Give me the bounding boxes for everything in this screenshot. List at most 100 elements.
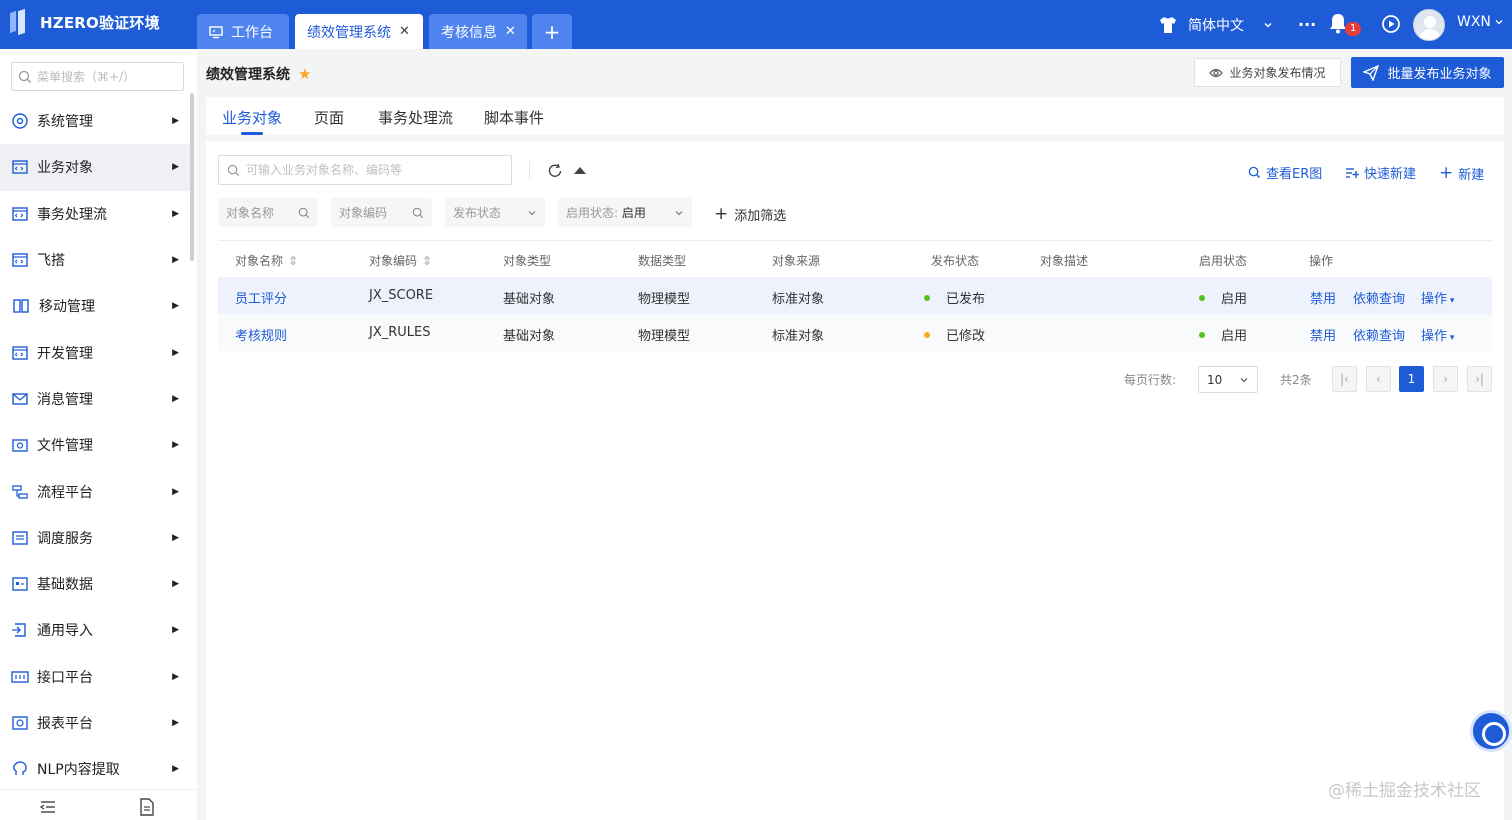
play-circle-icon[interactable] xyxy=(1381,14,1401,38)
document-icon[interactable] xyxy=(139,798,155,816)
close-icon[interactable]: ✕ xyxy=(505,24,516,39)
page-size-select[interactable]: 10 xyxy=(1198,366,1258,393)
plus-icon: + xyxy=(543,19,561,44)
caret-right-icon: ▶ xyxy=(172,718,179,728)
star-icon[interactable]: ★ xyxy=(298,65,311,83)
close-icon[interactable]: ✕ xyxy=(399,24,410,39)
column-header-source: 对象来源 xyxy=(772,254,821,268)
publish-status-button[interactable]: 业务对象发布情况 xyxy=(1194,58,1341,87)
sidebar-item-basic-data[interactable]: 基础数据 ▶ xyxy=(0,561,190,607)
tab-script-event[interactable]: 脚本事件 xyxy=(484,107,544,128)
prev-page-button[interactable]: ‹ xyxy=(1366,366,1391,392)
sidebar-item-label: 事务处理流 xyxy=(37,206,107,223)
sidebar-item-label: 通用导入 xyxy=(37,623,93,640)
publish-status: 已发布 xyxy=(924,288,985,307)
chevron-down-icon xyxy=(528,210,536,215)
page-button-current[interactable]: 1 xyxy=(1399,366,1424,392)
sidebar-item-label: 开发管理 xyxy=(37,345,93,362)
enable-status: 启用 xyxy=(1199,288,1247,307)
language-switcher[interactable]: 简体中文 xyxy=(1158,0,1274,49)
add-filter-button[interactable]: + 添加筛选 xyxy=(714,204,786,224)
sidebar-item-system[interactable]: 系统管理 ▶ xyxy=(0,98,190,144)
search-icon xyxy=(18,70,31,83)
table-row[interactable]: 员工评分 JX_SCORE 基础对象 物理模型 标准对象 已发布 启用 禁用 依… xyxy=(218,277,1492,314)
subtabs: 业务对象 页面 事务处理流 脚本事件 xyxy=(206,97,1504,135)
last-page-button[interactable]: ›| xyxy=(1467,366,1492,392)
sidebar-item-feida[interactable]: 飞搭 ▶ xyxy=(0,237,190,283)
collapse-icon[interactable] xyxy=(574,167,586,174)
user-menu[interactable]: WXN xyxy=(1457,14,1504,30)
column-header-publish: 发布状态 xyxy=(931,254,980,268)
tab-workbench[interactable]: 工作台 xyxy=(197,14,289,49)
sidebar-item-report[interactable]: 报表平台 ▶ xyxy=(0,700,190,746)
sidebar-item-file[interactable]: 文件管理 ▶ xyxy=(0,422,190,468)
disable-action[interactable]: 禁用 xyxy=(1310,325,1336,344)
tab-assessment-info[interactable]: 考核信息 ✕ xyxy=(429,14,527,49)
object-name-link[interactable]: 员工评分 xyxy=(235,288,287,307)
menu-search[interactable] xyxy=(11,62,184,91)
object-code: JX_RULES xyxy=(369,325,431,340)
avatar[interactable] xyxy=(1413,9,1445,41)
more-icon[interactable]: ··· xyxy=(1298,0,1316,49)
caret-right-icon: ▶ xyxy=(172,532,179,543)
dependency-query-action[interactable]: 依赖查询 xyxy=(1353,325,1405,344)
sort-icon[interactable]: ⇕ xyxy=(422,254,432,268)
filter-object-code[interactable]: 对象编码 xyxy=(331,198,432,227)
sidebar-item-label: 业务对象 xyxy=(37,160,93,177)
top-bar: HZERO验证环境 工作台 绩效管理系统 ✕ 考核信息 ✕ + 简体中文 ···… xyxy=(0,0,1512,49)
sidebar-item-transaction-flow[interactable]: 事务处理流 ▶ xyxy=(0,191,190,237)
caret-right-icon: ▶ xyxy=(172,116,179,127)
help-assistant-icon[interactable] xyxy=(1470,710,1512,752)
disable-action[interactable]: 禁用 xyxy=(1310,288,1336,307)
filter-publish-status[interactable]: 发布状态 xyxy=(445,198,545,227)
app-logo[interactable]: HZERO验证环境 xyxy=(10,10,160,34)
sidebar-item-business-object[interactable]: 业务对象 ▶ xyxy=(0,144,190,191)
sort-icon[interactable]: ⇕ xyxy=(288,254,298,268)
collapse-menu-icon[interactable] xyxy=(39,799,57,815)
tab-transaction-flow[interactable]: 事务处理流 xyxy=(378,107,453,128)
sidebar-item-label: 飞搭 xyxy=(37,253,65,270)
sidebar-item-message[interactable]: 消息管理 ▶ xyxy=(0,376,190,422)
sidebar-scrollbar[interactable] xyxy=(190,93,194,261)
object-search[interactable] xyxy=(218,155,512,185)
view-er-link[interactable]: 查看ER图 xyxy=(1248,163,1322,182)
watermark: @稀土掘金技术社区 xyxy=(1328,781,1481,801)
caret-right-icon: ▶ xyxy=(172,255,179,266)
tab-business-object[interactable]: 业务对象 xyxy=(222,107,282,128)
file-icon xyxy=(12,439,28,452)
filter-label: 启用状态: xyxy=(566,206,619,220)
more-actions-dropdown[interactable]: 操作 ▾ xyxy=(1421,325,1454,344)
column-header-name[interactable]: 对象名称 ⇕ xyxy=(235,252,298,269)
sidebar-item-mobile[interactable]: 移动管理 ▶ xyxy=(0,283,190,329)
filter-object-name[interactable]: 对象名称 xyxy=(218,198,318,227)
sidebar-item-workflow[interactable]: 流程平台 ▶ xyxy=(0,468,190,514)
more-actions-dropdown[interactable]: 操作 ▾ xyxy=(1421,288,1454,307)
tab-label: 考核信息 xyxy=(441,24,497,41)
dependency-query-action[interactable]: 依赖查询 xyxy=(1353,288,1405,307)
next-page-button[interactable]: › xyxy=(1433,366,1458,392)
tab-performance-system[interactable]: 绩效管理系统 ✕ xyxy=(295,14,423,49)
quick-new-link[interactable]: 快速新建 xyxy=(1345,163,1416,182)
new-link[interactable]: + 新建 xyxy=(1439,163,1484,183)
logo-mark-icon xyxy=(10,10,28,34)
system-icon xyxy=(12,113,28,129)
add-tab-button[interactable]: + xyxy=(532,14,572,49)
new-label: 新建 xyxy=(1458,167,1485,183)
filter-enable-status[interactable]: 启用状态: 启用 xyxy=(558,198,692,227)
tab-page[interactable]: 页面 xyxy=(314,107,344,128)
sidebar-item-interface[interactable]: 接口平台 ▶ xyxy=(0,654,190,700)
sidebar-item-development[interactable]: 开发管理 ▶ xyxy=(0,329,190,375)
sidebar-item-nlp[interactable]: NLP内容提取 ▶ xyxy=(0,746,190,792)
column-header-code[interactable]: 对象编码 ⇕ xyxy=(369,252,432,269)
object-search-input[interactable] xyxy=(246,163,506,177)
sidebar-item-scheduler[interactable]: 调度服务 ▶ xyxy=(0,515,190,561)
sidebar-item-import[interactable]: 通用导入 ▶ xyxy=(0,607,190,653)
table-row[interactable]: 考核规则 JX_RULES 基础对象 物理模型 标准对象 已修改 启用 禁用 依… xyxy=(218,314,1492,351)
first-page-button[interactable]: |‹ xyxy=(1332,366,1357,392)
menu-search-input[interactable] xyxy=(37,69,177,84)
column-header-type: 对象类型 xyxy=(503,254,552,268)
object-name-link[interactable]: 考核规则 xyxy=(235,325,287,344)
data-icon xyxy=(12,577,28,591)
batch-publish-button[interactable]: 批量发布业务对象 xyxy=(1351,57,1504,88)
refresh-icon[interactable] xyxy=(547,163,563,179)
